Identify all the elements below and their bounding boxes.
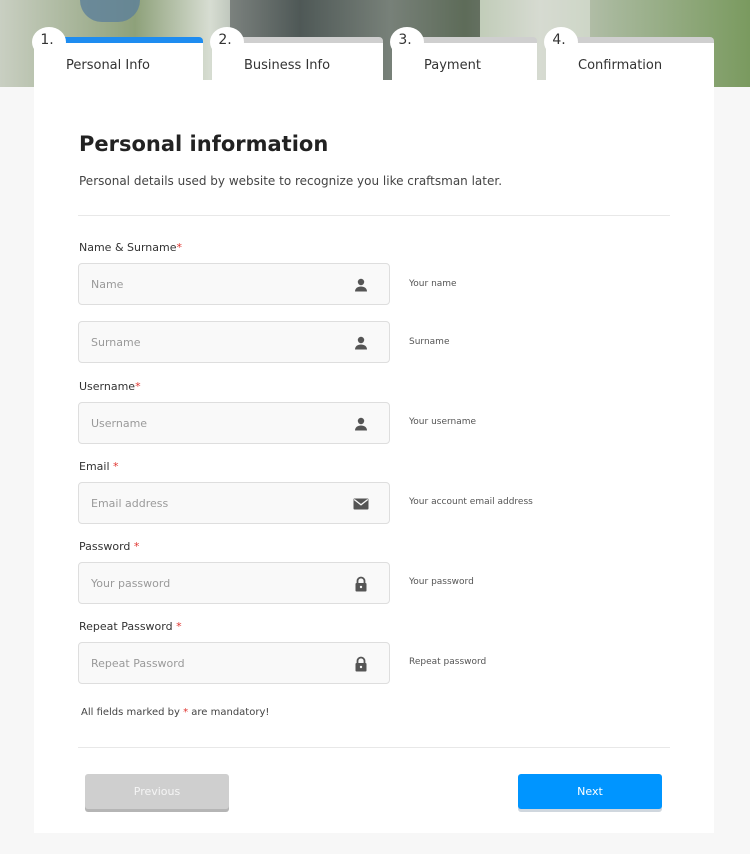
background-cup-shape	[80, 0, 140, 22]
repeat-password-hint: Repeat password	[409, 657, 487, 667]
form-card: Personal information Personal details us…	[34, 80, 714, 833]
step-tabs: 1. Personal Info 2. Business Info 3. Pay…	[32, 27, 714, 87]
password-field	[78, 562, 390, 604]
page-subtitle: Personal details used by website to reco…	[79, 174, 503, 188]
required-marker: *	[113, 460, 119, 473]
required-marker: *	[133, 540, 140, 553]
name-hint: Your name	[409, 279, 457, 289]
email-hint: Your account email address	[409, 497, 533, 507]
step-number: 4.	[544, 27, 578, 57]
next-button[interactable]: Next	[518, 774, 662, 809]
repeat-password-label: Repeat Password *	[79, 620, 182, 633]
surname-field	[78, 321, 390, 363]
username-label: Username*	[79, 380, 141, 393]
name-field	[78, 263, 390, 305]
user-icon	[355, 336, 367, 350]
envelope-icon	[353, 498, 369, 510]
name-input[interactable]	[79, 264, 389, 304]
lock-icon	[355, 576, 367, 592]
required-marker: *	[135, 380, 141, 393]
password-label: Password *	[79, 540, 140, 553]
required-marker: *	[176, 620, 182, 633]
user-icon	[355, 278, 367, 292]
username-field	[78, 402, 390, 444]
required-marker: *	[176, 241, 183, 254]
repeat-password-field	[78, 642, 390, 684]
tab-label: Personal Info	[66, 58, 150, 73]
repeat-password-input[interactable]	[79, 643, 389, 683]
username-hint: Your username	[409, 417, 477, 427]
tab-label: Business Info	[244, 58, 331, 73]
top-divider	[78, 215, 670, 216]
username-input[interactable]	[79, 403, 389, 443]
lock-icon	[355, 656, 367, 672]
previous-button[interactable]: Previous	[85, 774, 229, 809]
bottom-divider	[78, 747, 670, 748]
user-icon	[355, 417, 367, 431]
tab-confirmation[interactable]: 4. Confirmation	[544, 27, 714, 87]
tab-label: Confirmation	[578, 58, 663, 73]
step-number: 2.	[210, 27, 244, 57]
email-field	[78, 482, 390, 524]
password-input[interactable]	[79, 563, 389, 603]
mandatory-note: All fields marked by * are mandatory!	[81, 707, 270, 718]
email-input[interactable]	[79, 483, 389, 523]
name-surname-label: Name & Surname*	[79, 241, 183, 254]
step-number: 1.	[32, 27, 66, 57]
surname-input[interactable]	[79, 322, 389, 362]
tab-payment[interactable]: 3. Payment	[390, 27, 537, 87]
email-label: Email *	[79, 460, 119, 473]
surname-hint: Surname	[409, 337, 450, 347]
step-number: 3.	[390, 27, 424, 57]
tab-personal-info[interactable]: 1. Personal Info	[32, 27, 203, 87]
tab-business-info[interactable]: 2. Business Info	[210, 27, 383, 87]
page-title: Personal information	[79, 132, 329, 156]
password-hint: Your password	[409, 577, 474, 587]
